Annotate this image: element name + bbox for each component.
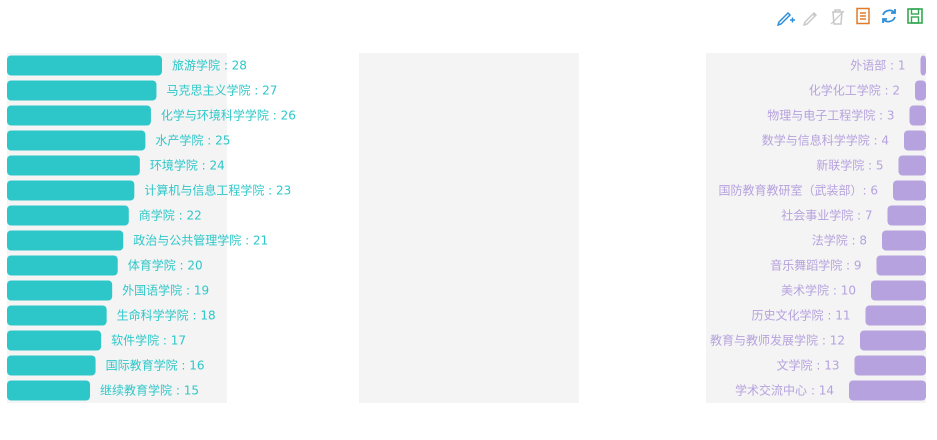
bar-right-9	[876, 255, 926, 276]
plot-background-middle	[359, 53, 579, 403]
bar-label-left-11: 生命科学学院 : 18	[117, 308, 216, 323]
bar-left-6	[7, 180, 135, 201]
bar-label-left-14: 继续教育学院 : 15	[100, 383, 199, 398]
bar-label-right-2: 化学化工学院 : 2	[809, 83, 900, 98]
bar-right-4	[904, 130, 926, 151]
bar-right-14	[849, 380, 926, 401]
bar-left-14	[7, 380, 91, 401]
bar-label-left-10: 外国语学院 : 19	[122, 283, 209, 298]
bar-right-11	[865, 305, 926, 326]
bar-label-left-3: 化学与环境科学学院 : 26	[161, 108, 296, 123]
bar-label-right-5: 新联学院 : 5	[816, 158, 883, 173]
bar-left-4	[7, 130, 146, 151]
bar-right-7	[887, 205, 926, 226]
bar-chart: 旅游学院 : 28 马克思主义学院 : 27 化学与环境科学学院 : 26 水产学院 …	[7, 53, 926, 403]
bar-label-right-12: 教育与教师发展学院 : 12	[710, 333, 845, 348]
bar-label-left-5: 环境学院 : 24	[150, 158, 225, 173]
bar-label-left-7: 商学院 : 22	[139, 208, 202, 223]
bar-label-right-10: 美术学院 : 10	[781, 283, 856, 298]
bar-left-11	[7, 305, 107, 326]
bar-label-left-8: 政治与公共管理学院 : 21	[133, 233, 268, 248]
bar-label-left-6: 计算机与信息工程学院 : 23	[144, 183, 291, 198]
bar-label-right-14: 学术交流中心 : 14	[735, 383, 834, 398]
bar-label-right-3: 物理与电子工程学院 : 3	[767, 108, 894, 123]
bar-left-7	[7, 205, 129, 226]
bar-right-3	[909, 105, 926, 126]
bar-label-left-9: 体育学院 : 20	[128, 258, 203, 273]
bar-label-right-13: 文学院 : 13	[777, 358, 840, 373]
bar-right-6	[893, 180, 926, 201]
bar-left-10	[7, 280, 113, 301]
bar-label-right-1: 外语部 : 1	[850, 58, 905, 73]
bar-right-13	[854, 355, 926, 376]
bar-label-right-11: 历史文化学院 : 11	[752, 308, 851, 323]
bar-label-left-1: 旅游学院 : 28	[172, 58, 247, 73]
bar-left-9	[7, 255, 118, 276]
bar-right-1	[920, 55, 926, 76]
bar-right-8	[882, 230, 926, 251]
bar-label-left-13: 国际教育学院 : 16	[106, 358, 205, 373]
bar-label-right-6: 国防教育教研室（武装部）: 6	[719, 183, 879, 198]
bar-left-3	[7, 105, 151, 126]
bar-label-left-4: 水产学院 : 25	[155, 133, 230, 148]
bar-left-1	[7, 55, 162, 76]
bar-label-right-8: 法学院 : 8	[812, 233, 867, 248]
bar-right-10	[871, 280, 926, 301]
bar-left-8	[7, 230, 124, 251]
bar-label-left-12: 软件学院 : 17	[111, 333, 186, 348]
bar-right-12	[860, 330, 926, 351]
bar-label-right-9: 音乐舞蹈学院 : 9	[770, 258, 861, 273]
bar-left-13	[7, 355, 96, 376]
bar-right-5	[898, 155, 926, 176]
bar-label-left-2: 马克思主义学院 : 27	[166, 83, 277, 98]
bar-left-2	[7, 80, 157, 101]
bar-left-5	[7, 155, 140, 176]
bar-label-right-7: 社会事业学院 : 7	[781, 208, 872, 223]
bar-label-right-4: 数学与信息科学学院 : 4	[762, 133, 889, 148]
bar-right-2	[915, 80, 926, 101]
bar-left-12	[7, 330, 102, 351]
